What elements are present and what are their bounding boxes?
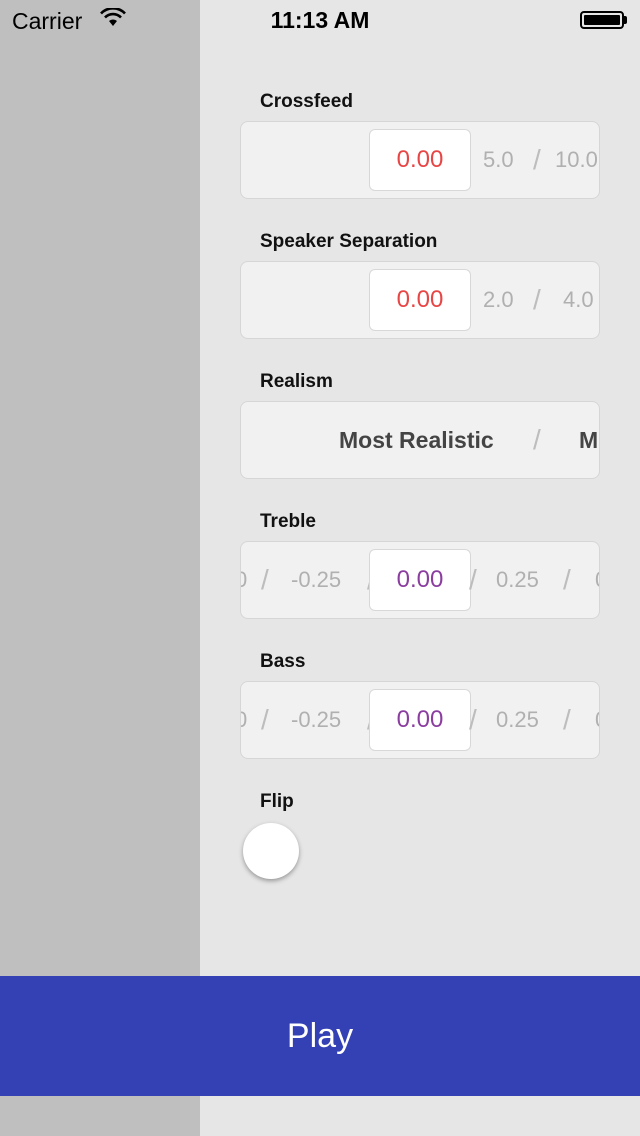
- bass-picker[interactable]: 0 / -0.25 / 0.00 / 0.25 / 0: [240, 681, 600, 759]
- bass-label: Bass: [260, 651, 306, 672]
- speaker-separation-selected-value[interactable]: 0.00: [369, 269, 471, 331]
- realism-picker[interactable]: Most Realistic / M: [240, 401, 600, 479]
- option-separator: /: [261, 564, 269, 595]
- crossfeed-picker[interactable]: 0.00 5.0 / 10.0: [240, 121, 600, 199]
- treble-option[interactable]: 0.25: [496, 542, 539, 618]
- option-separator: /: [469, 564, 477, 595]
- bass-option[interactable]: -0.25: [291, 682, 341, 758]
- battery-icon: [580, 11, 624, 29]
- treble-selected-value[interactable]: 0.00: [369, 549, 471, 611]
- option-separator: /: [533, 424, 541, 455]
- option-separator: /: [563, 704, 571, 735]
- crossfeed-option[interactable]: 5.0: [483, 122, 514, 198]
- crossfeed-label: Crossfeed: [260, 91, 353, 112]
- crossfeed-option[interactable]: 10.0: [555, 122, 598, 198]
- realism-option[interactable]: M: [579, 402, 598, 478]
- bass-option[interactable]: 0: [241, 682, 247, 758]
- realism-selected-value[interactable]: Most Realistic: [339, 402, 494, 478]
- bass-option[interactable]: 0: [595, 682, 599, 758]
- clock: 11:13 AM: [270, 7, 370, 33]
- option-separator: /: [469, 704, 477, 735]
- speaker-separation-label: Speaker Separation: [260, 231, 438, 252]
- speaker-separation-option[interactable]: 2.0: [483, 262, 514, 338]
- status-bar: Carrier 11:13 AM: [0, 0, 640, 40]
- treble-option[interactable]: -0.25: [291, 542, 341, 618]
- option-separator: /: [533, 284, 541, 315]
- option-separator: /: [563, 564, 571, 595]
- treble-option[interactable]: 0: [595, 542, 599, 618]
- play-button[interactable]: Play: [0, 976, 640, 1096]
- battery-tip: [624, 16, 627, 24]
- flip-toggle[interactable]: [243, 823, 299, 879]
- bass-selected-value[interactable]: 0.00: [369, 689, 471, 751]
- option-separator: /: [533, 144, 541, 175]
- bass-option[interactable]: 0.25: [496, 682, 539, 758]
- speaker-separation-option[interactable]: 4.0: [563, 262, 594, 338]
- speaker-separation-picker[interactable]: 0.00 2.0 / 4.0: [240, 261, 600, 339]
- treble-picker[interactable]: 0 / -0.25 / 0.00 / 0.25 / 0: [240, 541, 600, 619]
- crossfeed-selected-value[interactable]: 0.00: [369, 129, 471, 191]
- flip-label: Flip: [260, 791, 294, 812]
- realism-label: Realism: [260, 371, 333, 392]
- option-separator: /: [261, 704, 269, 735]
- treble-label: Treble: [260, 511, 316, 532]
- left-pane: [0, 0, 200, 1136]
- treble-option[interactable]: 0: [241, 542, 247, 618]
